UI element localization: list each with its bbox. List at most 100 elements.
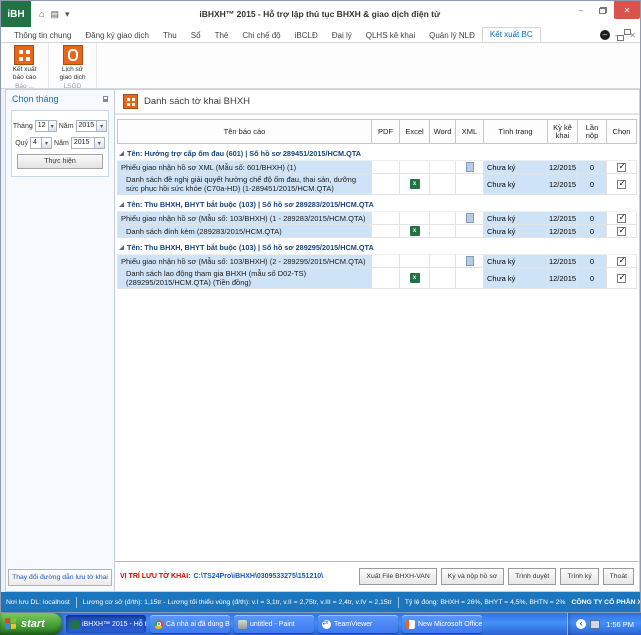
xml-file-icon[interactable] bbox=[466, 162, 474, 172]
row-checkbox[interactable] bbox=[617, 163, 626, 172]
group-header-row[interactable]: Tên: Hưởng trợ cấp ốm đau (601) | Số hồ … bbox=[117, 147, 637, 161]
taskbar-item-paint[interactable]: untitled - Paint bbox=[234, 615, 314, 633]
collapse-triangle-icon[interactable] bbox=[119, 202, 124, 207]
tab-s-[interactable]: Sổ bbox=[184, 29, 208, 42]
tab-th-ng-tin-chung[interactable]: Thông tin chung bbox=[7, 29, 78, 42]
chevron-down-icon[interactable]: ▾ bbox=[94, 138, 104, 148]
word-cell[interactable] bbox=[430, 225, 456, 237]
word-cell[interactable] bbox=[430, 212, 456, 224]
change-save-path-button[interactable]: Thay đổi đường dẫn lưu tờ khai bbox=[8, 569, 112, 586]
tab-th-[interactable]: Thẻ bbox=[208, 29, 236, 42]
excel-cell[interactable]: x bbox=[400, 268, 430, 288]
excel-cell[interactable] bbox=[400, 255, 430, 267]
xml-file-icon[interactable] bbox=[466, 213, 474, 223]
row-checkbox[interactable] bbox=[617, 227, 626, 236]
column-header-xml[interactable]: XML bbox=[456, 120, 484, 143]
column-header-excel[interactable]: Excel bbox=[400, 120, 430, 143]
transaction-history-button[interactable]: Lịch sử giao dịch bbox=[59, 45, 85, 81]
chevron-down-icon[interactable]: ▾ bbox=[41, 138, 51, 148]
pdf-cell[interactable] bbox=[372, 174, 400, 194]
word-cell[interactable] bbox=[430, 174, 456, 194]
chevron-down-icon[interactable]: ▾ bbox=[96, 121, 106, 131]
column-header-attempt[interactable]: Lần nộp bbox=[578, 120, 607, 143]
table-row[interactable]: Danh sách đề nghị giải quyết hưởng chế đ… bbox=[117, 174, 637, 195]
pdf-cell[interactable] bbox=[372, 225, 400, 237]
row-checkbox[interactable] bbox=[617, 180, 626, 189]
xml-cell[interactable] bbox=[456, 225, 484, 237]
column-header-check[interactable]: Chọn bbox=[607, 120, 636, 143]
word-cell[interactable] bbox=[430, 161, 456, 173]
excel-file-icon[interactable]: x bbox=[410, 226, 420, 236]
row-checkbox[interactable] bbox=[617, 257, 626, 266]
tab-ibcl-[interactable]: iBCLĐ bbox=[288, 29, 325, 42]
home-icon[interactable]: ⌂ bbox=[39, 9, 44, 19]
row-checkbox[interactable] bbox=[617, 214, 626, 223]
excel-file-icon[interactable]: x bbox=[410, 179, 420, 189]
year-select[interactable]: 2015 ▾ bbox=[76, 120, 108, 132]
tray-collapse-icon[interactable]: ‹ bbox=[576, 619, 586, 629]
tab-chi-ch-[interactable]: Chi chế độ bbox=[235, 29, 287, 42]
tab--ng-k-giao-d-ch[interactable]: Đăng ký giao dịch bbox=[78, 29, 156, 42]
xml-cell[interactable] bbox=[456, 255, 484, 267]
xml-file-icon[interactable] bbox=[466, 256, 474, 266]
month-select[interactable]: 12 ▾ bbox=[35, 120, 57, 132]
excel-cell[interactable] bbox=[400, 212, 430, 224]
column-header-status[interactable]: Tình trạng bbox=[484, 120, 548, 143]
tr-nh-k--button[interactable]: Trình ký bbox=[560, 568, 598, 585]
chevron-down-icon[interactable]: ▾ bbox=[48, 121, 56, 131]
column-header-period[interactable]: Kỳ kê khai bbox=[548, 120, 578, 143]
execute-button[interactable]: Thực hiện bbox=[17, 154, 103, 169]
xml-cell[interactable] bbox=[456, 161, 484, 173]
taskbar-item-chrome[interactable]: Cả nhà ai đã dùng B... bbox=[150, 615, 230, 633]
pdf-cell[interactable] bbox=[372, 161, 400, 173]
minimize-button[interactable]: – bbox=[570, 1, 592, 19]
xu-t-file-bhxh-van-button[interactable]: Xuất File BHXH-VAN bbox=[359, 568, 436, 585]
collapse-triangle-icon[interactable] bbox=[119, 151, 124, 156]
excel-file-icon[interactable]: x bbox=[410, 273, 420, 283]
table-row[interactable]: Phiếu giao nhận hồ sơ (Mẫu số: 103/BHXH)… bbox=[117, 255, 637, 268]
tab-thu[interactable]: Thu bbox=[156, 29, 184, 42]
column-header-pdf[interactable]: PDF bbox=[372, 120, 400, 143]
xml-cell[interactable] bbox=[456, 268, 484, 288]
ribbon-toggle-icon[interactable]: – bbox=[600, 30, 610, 40]
excel-cell[interactable]: x bbox=[400, 174, 430, 194]
k-v-n-p-h-s--button[interactable]: Ký và nộp hồ sơ bbox=[441, 568, 504, 585]
collapse-triangle-icon[interactable] bbox=[119, 245, 124, 250]
pdf-cell[interactable] bbox=[372, 268, 400, 288]
group-header-row[interactable]: Tên: Thu BHXH, BHYT bắt buộc (103) | Số … bbox=[117, 198, 637, 212]
tab--i-l-[interactable]: Đại lý bbox=[325, 29, 359, 42]
taskbar-item-ibhxh[interactable]: iBHXH™ 2015 - Hỗ tr... bbox=[66, 615, 146, 633]
xml-cell[interactable] bbox=[456, 174, 484, 194]
export-report-button[interactable]: Kết xuất báo cáo bbox=[13, 45, 37, 81]
group-header-row[interactable]: Tên: Thu BHXH, BHYT bắt buộc (103) | Số … bbox=[117, 241, 637, 255]
taskbar-item-teamviewer[interactable]: TeamViewer bbox=[318, 615, 398, 633]
tab-qu-n-l-nl-[interactable]: Quản lý NLĐ bbox=[422, 29, 482, 42]
table-row[interactable]: Danh sách đính kèm (289283/2015/HCM.QTA)… bbox=[117, 225, 637, 238]
tab-qlhs-k-khai[interactable]: QLHS kê khai bbox=[359, 29, 422, 42]
restore-button[interactable] bbox=[592, 1, 614, 19]
xml-cell[interactable] bbox=[456, 212, 484, 224]
pdf-cell[interactable] bbox=[372, 255, 400, 267]
excel-cell[interactable]: x bbox=[400, 225, 430, 237]
word-cell[interactable] bbox=[430, 268, 456, 288]
apps-icon[interactable]: ▤ bbox=[50, 9, 59, 20]
year2-select[interactable]: 2015 ▾ bbox=[71, 137, 105, 149]
column-header-name[interactable]: Tên báo cáo bbox=[118, 120, 372, 143]
table-row[interactable]: Phiếu giao nhận hồ sơ XML (Mẫu số: 601/B… bbox=[117, 161, 637, 174]
taskbar-item-office[interactable]: New Microsoft Office ... bbox=[402, 615, 482, 633]
pin-icon[interactable] bbox=[103, 96, 108, 102]
start-button[interactable]: start bbox=[0, 613, 62, 635]
tr-nh-duy-t-button[interactable]: Trình duyệt bbox=[508, 568, 556, 585]
row-checkbox[interactable] bbox=[617, 274, 626, 283]
word-cell[interactable] bbox=[430, 255, 456, 267]
quarter-select[interactable]: 4 ▾ bbox=[30, 137, 52, 149]
tab-k-t-xu-t-bc[interactable]: Kết xuất BC bbox=[482, 27, 541, 42]
tho-t-button[interactable]: Thoát bbox=[603, 568, 634, 585]
close-button[interactable]: ✕ bbox=[614, 1, 640, 19]
table-row[interactable]: Phiếu giao nhận hồ sơ (Mẫu số: 103/BHXH)… bbox=[117, 212, 637, 225]
excel-cell[interactable] bbox=[400, 161, 430, 173]
table-row[interactable]: Danh sách lao động tham gia BHXH (mẫu số… bbox=[117, 268, 637, 289]
tray-app-icon[interactable] bbox=[590, 620, 600, 629]
column-header-word[interactable]: Word bbox=[430, 120, 456, 143]
pdf-cell[interactable] bbox=[372, 212, 400, 224]
